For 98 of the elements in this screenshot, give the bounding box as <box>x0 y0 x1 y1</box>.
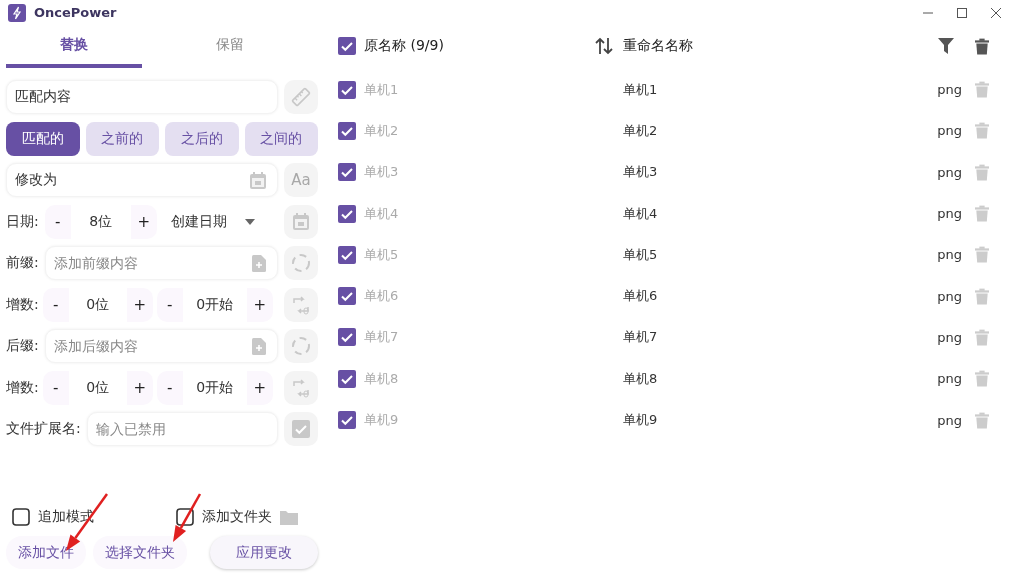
stepper-value: 0位 <box>68 287 127 322</box>
new-name: 单机1 <box>623 80 659 99</box>
plus-button[interactable]: + <box>126 378 153 397</box>
original-name: 单机3 <box>364 163 400 182</box>
annotation-arrow <box>173 493 202 542</box>
text-field[interactable]: 添加后缀内容 <box>44 329 278 363</box>
minus-button[interactable]: - <box>42 378 69 397</box>
new-name: 单机3 <box>623 163 659 182</box>
original-name: 单机5 <box>364 245 400 264</box>
stepper-value: 0开始 <box>182 370 247 405</box>
mode-button[interactable]: 之后的 <box>165 121 239 156</box>
calendar-icon <box>250 172 266 189</box>
field-label: 前缀: <box>6 254 39 272</box>
file-extension: png <box>936 206 962 222</box>
row-checkbox[interactable] <box>338 287 356 306</box>
swap-icon <box>291 377 311 398</box>
field-label: 增数: <box>6 295 39 314</box>
row-checkbox[interactable] <box>338 204 356 223</box>
file-extension: png <box>936 247 962 263</box>
row-checkbox[interactable] <box>338 163 356 182</box>
new-name: 单机4 <box>623 204 659 223</box>
swap-icon <box>291 294 311 315</box>
stepper-value: 0位 <box>68 370 127 405</box>
field-label: 文件扩展名: <box>6 420 81 438</box>
original-name: 单机6 <box>364 287 400 306</box>
match-field[interactable]: 匹配内容 <box>6 80 278 114</box>
dashed-circle-icon <box>290 252 312 274</box>
new-name: 单机9 <box>623 411 659 429</box>
file-extension: png <box>936 412 962 428</box>
filter-icon[interactable] <box>938 38 954 54</box>
original-name: 单机7 <box>364 328 400 347</box>
original-name: 单机9 <box>364 411 400 429</box>
action-button[interactable]: 选择文件夹 <box>93 536 187 569</box>
select-all-checkbox[interactable] <box>338 37 356 55</box>
plus-button[interactable]: + <box>246 378 273 397</box>
row-checkbox[interactable] <box>338 369 356 388</box>
new-name: 单机8 <box>623 369 659 388</box>
new-name: 单机5 <box>623 245 659 264</box>
caret-icon <box>244 218 255 225</box>
tab[interactable]: 替换 <box>6 25 142 68</box>
trash-icon[interactable] <box>975 37 989 55</box>
minus-button[interactable]: - <box>42 295 69 314</box>
file-extension: png <box>936 82 962 98</box>
folder-icon <box>280 509 298 525</box>
checkbox[interactable] <box>176 508 194 526</box>
checkbox-label: 添加文件夹 <box>202 508 272 526</box>
original-name: 单机4 <box>364 204 400 223</box>
stepper-value: 0开始 <box>182 287 247 322</box>
window-title: OncePower <box>34 5 117 20</box>
file-extension: png <box>936 371 962 387</box>
file-extension: png <box>936 164 962 180</box>
date-dropdown[interactable]: 创建日期 <box>162 212 259 231</box>
field-label: 日期: <box>6 212 39 231</box>
text-field[interactable]: 添加前缀内容 <box>44 246 278 280</box>
file-extension: png <box>936 123 962 139</box>
ruler-icon <box>291 87 311 107</box>
sort-icon[interactable] <box>593 36 614 56</box>
row-checkbox[interactable] <box>338 245 356 264</box>
new-name: 单机2 <box>623 121 659 140</box>
field-label: 增数: <box>6 378 39 397</box>
row-checkbox[interactable] <box>338 121 356 140</box>
replace-field[interactable]: 修改为 <box>6 163 278 197</box>
file-extension: png <box>936 288 962 304</box>
maximize-icon[interactable] <box>956 6 968 19</box>
mode-button[interactable]: 之前的 <box>85 121 159 156</box>
column-header: 重命名名称 <box>623 37 694 55</box>
minus-button[interactable]: - <box>156 378 183 397</box>
original-name: 单机1 <box>364 80 400 99</box>
field-label: 后缀: <box>6 337 39 355</box>
original-name: 单机2 <box>364 121 400 140</box>
plus-button[interactable]: + <box>126 295 153 314</box>
mode-button[interactable]: 匹配的 <box>6 121 80 156</box>
extension-field[interactable]: 输入已禁用 <box>86 412 278 446</box>
dashed-circle-icon <box>290 335 312 357</box>
new-name: 单机7 <box>623 328 659 347</box>
row-checkbox[interactable] <box>338 411 356 429</box>
action-button[interactable]: 添加文件 <box>6 536 86 569</box>
file-plus-icon <box>252 338 266 355</box>
action-button[interactable]: 应用更改 <box>210 536 318 569</box>
app-logo-icon <box>8 3 26 22</box>
original-name: 单机8 <box>364 369 400 388</box>
minus-button[interactable]: - <box>156 295 183 314</box>
plus-button[interactable]: + <box>130 212 157 231</box>
plus-button[interactable]: + <box>246 295 273 314</box>
calendar-icon <box>293 213 309 230</box>
close-icon[interactable] <box>990 6 1002 19</box>
minus-button[interactable]: - <box>44 212 71 231</box>
row-checkbox[interactable] <box>338 328 356 347</box>
new-name: 单机6 <box>623 287 659 306</box>
mode-button[interactable]: 之间的 <box>244 121 318 156</box>
column-header: 原名称 (9/9) <box>364 37 445 55</box>
file-extension: png <box>936 329 962 345</box>
file-plus-icon <box>252 255 266 272</box>
checkbox[interactable] <box>12 508 30 526</box>
checkbox-icon <box>292 420 310 438</box>
stepper-value: 8位 <box>70 204 131 239</box>
row-checkbox[interactable] <box>338 80 356 99</box>
tab[interactable]: 保留 <box>142 25 318 68</box>
